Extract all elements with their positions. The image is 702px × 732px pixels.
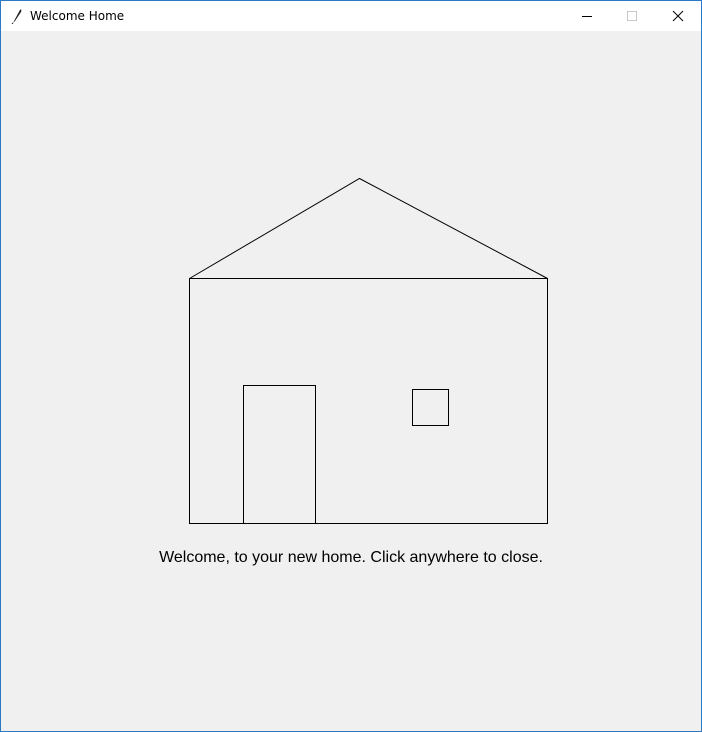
close-icon <box>672 10 684 22</box>
minimize-button[interactable] <box>564 1 610 31</box>
minimize-icon <box>582 16 592 17</box>
maximize-icon <box>627 11 637 21</box>
roof <box>189 177 548 279</box>
app-window: Welcome Home Welcome, to your new home. … <box>0 0 702 732</box>
door <box>243 385 316 524</box>
house-drawing <box>189 177 548 524</box>
close-button[interactable] <box>655 1 701 31</box>
drawing-canvas[interactable]: Welcome, to your new home. Click anywher… <box>1 31 701 731</box>
maximize-button[interactable] <box>609 1 655 31</box>
welcome-message: Welcome, to your new home. Click anywher… <box>159 549 543 566</box>
title-bar[interactable]: Welcome Home <box>1 1 701 31</box>
window-title: Welcome Home <box>30 9 125 23</box>
window <box>412 389 449 426</box>
feather-icon <box>10 8 24 25</box>
